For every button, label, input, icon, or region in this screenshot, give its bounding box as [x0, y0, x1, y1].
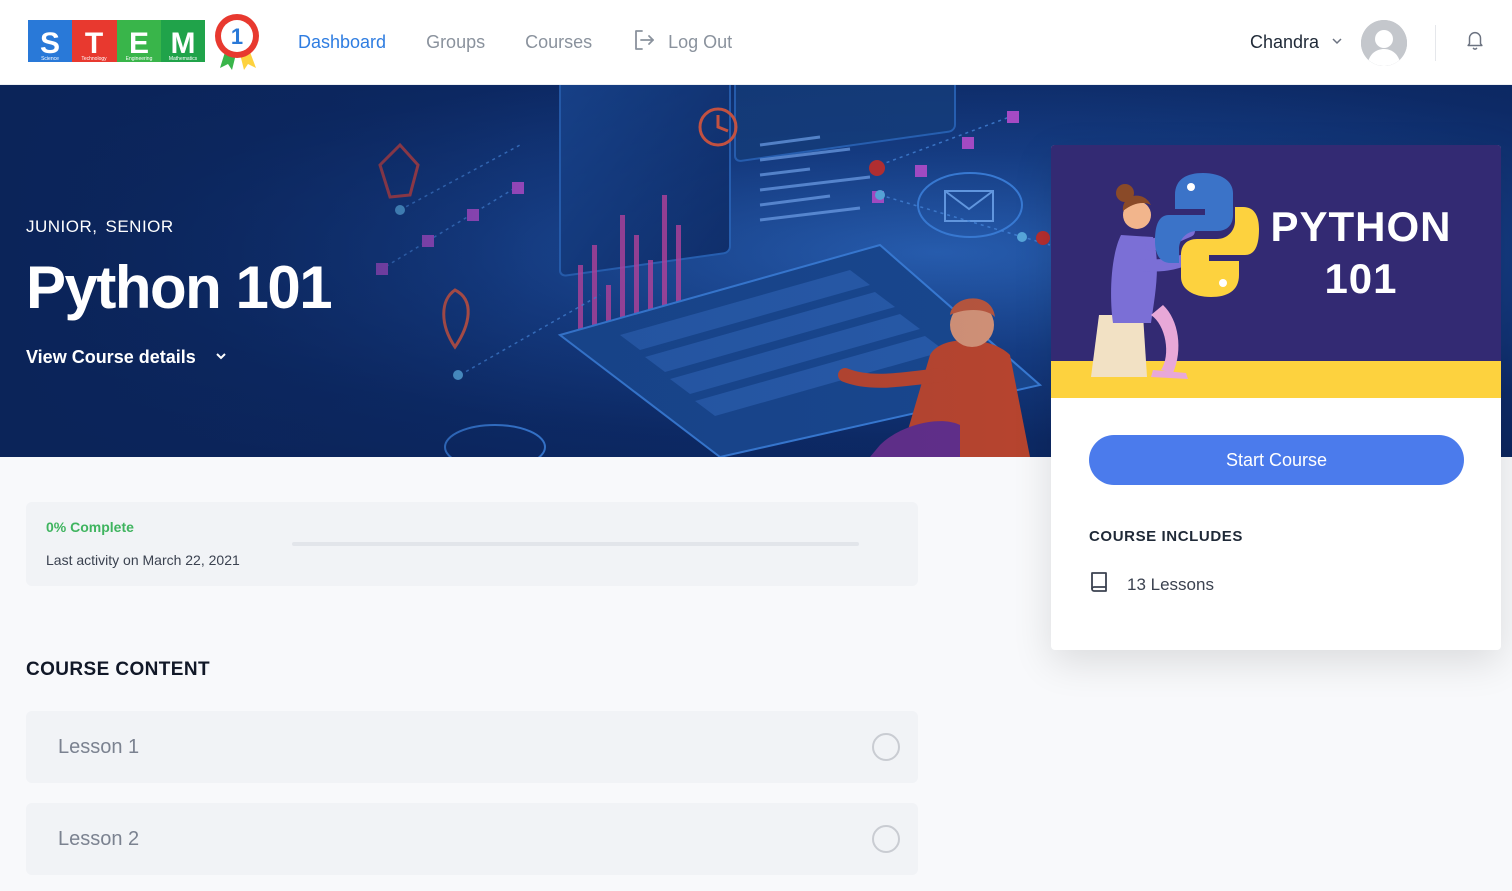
chevron-down-icon — [214, 347, 228, 368]
thumbnail-title: PYTHON 101 — [1251, 201, 1471, 305]
course-thumbnail: PYTHON 101 — [1051, 145, 1501, 398]
lesson-status-circle-icon — [872, 733, 900, 761]
top-header: S T E M Science Technology Engineering M… — [0, 0, 1512, 85]
header-divider — [1435, 24, 1436, 61]
course-content-title: COURSE CONTENT — [26, 659, 210, 680]
nav-groups-label: Groups — [426, 32, 486, 52]
progress-bar — [292, 542, 859, 546]
lesson-item-2[interactable]: Lesson 2 — [26, 803, 918, 875]
main-nav: Dashboard Groups Courses Log Out — [298, 0, 732, 85]
logo-sublabel-technology: Technology — [81, 56, 107, 62]
logout-icon — [632, 28, 656, 57]
user-area: Chandra — [1250, 0, 1512, 85]
logo-sublabel-science: Science — [41, 56, 59, 62]
logo-badge-number: 1 — [231, 24, 243, 49]
nav-groups[interactable]: Groups — [426, 32, 485, 53]
nav-dashboard-label: Dashboard — [298, 32, 387, 52]
course-categories: JUNIOR, SENIOR — [26, 217, 174, 237]
view-course-details-toggle[interactable]: View Course details — [26, 347, 228, 368]
last-activity: Last activity on March 22, 2021 — [46, 552, 240, 568]
bell-icon[interactable] — [1464, 29, 1512, 56]
course-includes-lessons: 13 Lessons — [1089, 570, 1214, 599]
thumbnail-title-line2: 101 — [1324, 255, 1398, 302]
lesson-label: Lesson 2 — [58, 827, 140, 850]
nav-courses[interactable]: Courses — [525, 32, 592, 53]
user-name[interactable]: Chandra — [1250, 32, 1319, 53]
lessons-count: 13 Lessons — [1127, 574, 1214, 594]
nav-courses-label: Courses — [525, 32, 593, 52]
view-course-details-label: View Course details — [26, 347, 196, 367]
book-icon — [1089, 570, 1111, 599]
nav-dashboard[interactable]: Dashboard — [298, 32, 386, 53]
lesson-status-circle-icon — [872, 825, 900, 853]
thumbnail-title-line1: PYTHON — [1270, 203, 1452, 250]
category-junior[interactable]: JUNIOR, — [26, 217, 98, 237]
start-course-button[interactable]: Start Course — [1089, 435, 1464, 485]
course-side-card: PYTHON 101 Start Course COURSE INCLUDES … — [1051, 145, 1501, 650]
lesson-label: Lesson 1 — [58, 735, 140, 758]
avatar[interactable] — [1361, 19, 1407, 66]
category-senior[interactable]: SENIOR — [106, 217, 174, 237]
course-includes-title: COURSE INCLUDES — [1089, 528, 1244, 545]
course-progress-card: 0% Complete Last activity on March 22, 2… — [26, 502, 918, 586]
nav-logout-label: Log Out — [668, 32, 733, 52]
nav-logout[interactable]: Log Out — [632, 28, 732, 57]
course-title: Python 101 — [26, 254, 333, 321]
lesson-item-1[interactable]: Lesson 1 — [26, 711, 918, 783]
stem1-logo[interactable]: S T E M Science Technology Engineering M… — [28, 12, 260, 70]
progress-percent: 0% Complete — [46, 519, 134, 535]
chevron-down-icon[interactable] — [1331, 34, 1361, 52]
logo-sublabel-engineering: Engineering — [126, 56, 153, 62]
logo-sublabel-mathematics: Mathematics — [169, 56, 198, 62]
